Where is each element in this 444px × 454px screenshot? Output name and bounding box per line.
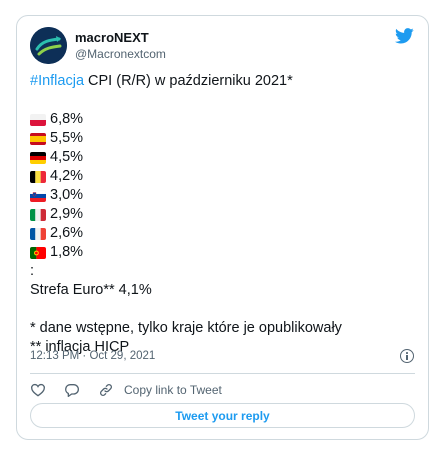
spain-flag-icon xyxy=(30,132,46,145)
tweet-headline: #Inflacja CPI (R/R) w październiku 2021* xyxy=(30,72,420,91)
belgium-flag-icon xyxy=(30,170,46,183)
tweet-card: macroNEXT @Macronextcom #Inflacja CPI (R… xyxy=(16,15,429,440)
list-item: 4,5% xyxy=(30,148,420,167)
slovenia-flag-icon xyxy=(30,189,46,202)
eurozone-line: Strefa Euro** 4,1% xyxy=(30,282,152,298)
divider xyxy=(30,373,415,374)
list-item: 2,6% xyxy=(30,224,420,243)
author-handle[interactable]: @Macronextcom xyxy=(75,47,166,61)
reply-bubble-icon[interactable] xyxy=(64,382,80,398)
avatar[interactable] xyxy=(30,27,67,64)
copy-link-button[interactable]: Copy link to Tweet xyxy=(124,383,222,397)
tweet-your-reply-button[interactable]: Tweet your reply xyxy=(30,403,415,428)
footnote-1: * dane wstępne, tylko kraje które je opu… xyxy=(30,320,342,336)
entry-value: 3,0% xyxy=(50,187,84,203)
portugal-flag-icon xyxy=(30,246,46,259)
entry-value: 2,9% xyxy=(50,206,84,222)
info-icon[interactable] xyxy=(400,349,414,363)
list-item: 6,8% xyxy=(30,110,420,129)
heart-icon[interactable] xyxy=(30,382,46,398)
tweet-timestamp[interactable]: 12:13 PM · Oct 29, 2021 xyxy=(30,350,155,362)
entry-value: 2,6% xyxy=(50,225,84,241)
list-item: 3,0% xyxy=(30,186,420,205)
germany-flag-icon xyxy=(30,151,46,164)
entry-value: 5,5% xyxy=(50,130,84,146)
hashtag-link[interactable]: #Inflacja xyxy=(30,72,84,91)
entry-value: 1,8% xyxy=(50,244,84,260)
list-item: 2,9% xyxy=(30,205,420,224)
entry-value: 4,5% xyxy=(50,149,84,165)
link-icon[interactable] xyxy=(98,382,114,398)
colon-separator: : xyxy=(30,263,35,279)
twitter-bird-icon[interactable] xyxy=(395,28,414,44)
action-bar: Copy link to Tweet xyxy=(30,380,222,400)
headline-text: CPI (R/R) w październiku 2021* xyxy=(84,73,293,89)
entry-value: 6,8% xyxy=(50,111,84,127)
list-item: 1,8% xyxy=(30,243,420,262)
france-flag-icon xyxy=(30,227,46,240)
list-item: 5,5% xyxy=(30,129,420,148)
poland-flag-icon xyxy=(30,113,46,126)
italy-flag-icon xyxy=(30,208,46,221)
list-item: 4,2% xyxy=(30,167,420,186)
author-name[interactable]: macroNEXT xyxy=(75,30,149,45)
tweet-text: #Inflacja CPI (R/R) w październiku 2021*… xyxy=(30,72,420,357)
entry-value: 4,2% xyxy=(50,168,84,184)
